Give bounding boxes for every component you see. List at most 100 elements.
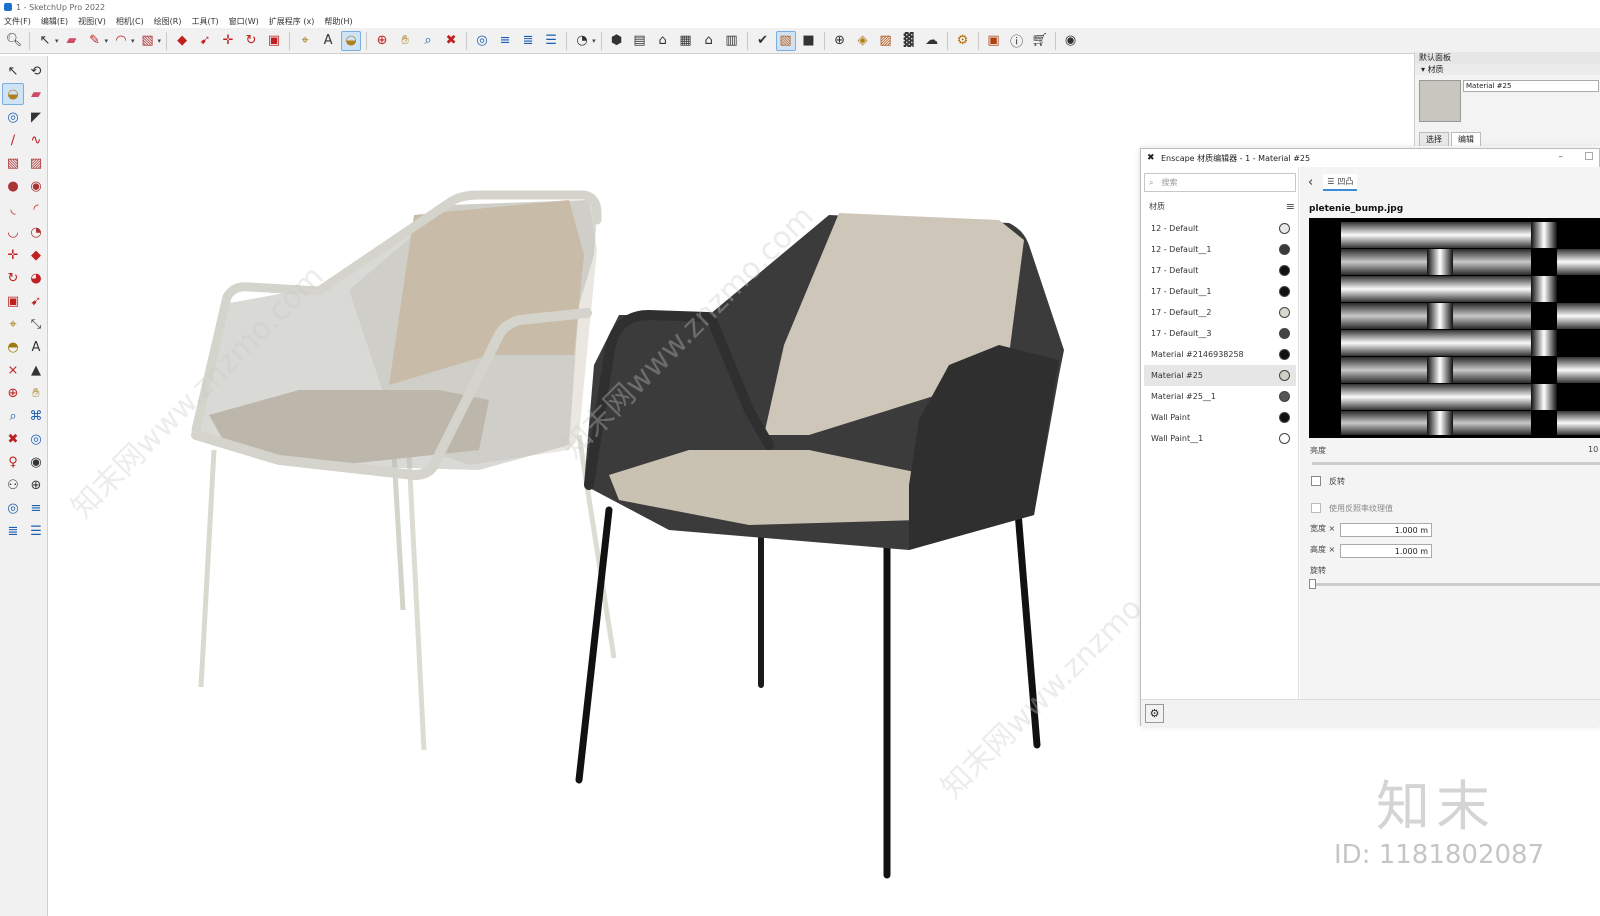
arc-icon[interactable]: ◟	[2, 198, 24, 220]
orbit-icon[interactable]: ⟲	[25, 60, 47, 82]
chevron-down-icon[interactable]: ▾	[55, 37, 59, 45]
3d-text-icon[interactable]: ▲	[25, 359, 47, 381]
back-chevron-icon[interactable]: ‹	[1308, 175, 1313, 190]
previous-view-icon[interactable]: ◎	[25, 428, 47, 450]
arc-icon[interactable]: ◠	[111, 31, 131, 51]
tape-measure-icon[interactable]: ⌖	[2, 313, 24, 335]
rotate-icon[interactable]: ↻	[2, 267, 24, 289]
follow-me-icon[interactable]: ➹	[195, 31, 215, 51]
pan-icon[interactable]: ✋︎	[395, 31, 415, 51]
pan-icon[interactable]: ✋︎	[25, 382, 47, 404]
tab-select[interactable]: 选择	[1419, 132, 1449, 146]
tab-edit[interactable]: 编辑	[1451, 132, 1481, 146]
position-camera-icon[interactable]: ♀	[2, 451, 24, 473]
three-point-arc-icon[interactable]: ◡	[2, 221, 24, 243]
warehouse-icon[interactable]: ◎	[2, 106, 24, 128]
rotated-rectangle-icon[interactable]: ▨	[25, 152, 47, 174]
list-item[interactable]: Wall Paint	[1144, 407, 1296, 428]
settings-gear-icon[interactable]: ⚙	[953, 31, 973, 51]
chevron-down-icon[interactable]: ▾	[131, 37, 135, 45]
front-view-icon[interactable]: ⌂	[653, 31, 673, 51]
push-pull-icon[interactable]: ◆	[172, 31, 192, 51]
top-view-icon[interactable]: ▤	[630, 31, 650, 51]
orbit-icon[interactable]: ⊕	[2, 382, 24, 404]
material-name-field[interactable]: Material #25	[1463, 80, 1599, 92]
extension-warehouse-icon[interactable]: ≡	[25, 497, 47, 519]
text-icon[interactable]: A	[25, 336, 47, 358]
zoom-icon[interactable]: ⌕	[418, 31, 438, 51]
invert-checkbox[interactable]	[1311, 476, 1321, 486]
rectangle-icon[interactable]: ▧	[2, 152, 24, 174]
paint-bucket-icon[interactable]: ◒	[2, 83, 24, 105]
list-item[interactable]: Material #25	[1144, 365, 1296, 386]
move-icon[interactable]: ✛	[2, 244, 24, 266]
menu-file[interactable]: 文件(F)	[4, 16, 31, 27]
cart-icon[interactable]: 🛒︎	[1030, 31, 1050, 51]
search-input[interactable]: ⌕ 搜索	[1144, 173, 1296, 192]
line-icon[interactable]: ∕	[2, 129, 24, 151]
eraser-icon[interactable]: ▰	[62, 31, 82, 51]
move-icon[interactable]: ✛	[218, 31, 238, 51]
list-item[interactable]: 17 - Default__1	[1144, 281, 1296, 302]
brightness-slider[interactable]	[1312, 462, 1600, 465]
eraser-icon[interactable]: ▰	[25, 83, 47, 105]
width-input[interactable]: 1.000 m	[1340, 523, 1432, 537]
menu-draw[interactable]: 绘图(R)	[154, 16, 182, 27]
list-item[interactable]: 17 - Default__3	[1144, 323, 1296, 344]
components-icon[interactable]: ▣	[984, 31, 1004, 51]
protractor-icon[interactable]: ◓	[2, 336, 24, 358]
xray-icon[interactable]: ✔	[753, 31, 773, 51]
scale-icon[interactable]: ▣	[2, 290, 24, 312]
pencil-line-icon[interactable]: ✎	[85, 31, 105, 51]
chevron-down-icon[interactable]: ▾	[592, 37, 596, 45]
tab-bump[interactable]: ☰ 凹凸	[1323, 173, 1358, 191]
look-around-icon[interactable]: ◉	[25, 451, 47, 473]
list-item[interactable]: Wall Paint__1	[1144, 428, 1296, 449]
paint-bucket-icon[interactable]: ◒	[341, 30, 362, 51]
two-point-arc-icon[interactable]: ◜	[25, 198, 47, 220]
maximize-icon[interactable]	[1585, 152, 1593, 160]
materials-section-header[interactable]: ▾ 材质	[1415, 64, 1600, 75]
left-view-icon[interactable]: ▥	[722, 31, 742, 51]
text-icon[interactable]: A	[318, 31, 338, 51]
list-item[interactable]: Material #2146938258	[1144, 344, 1296, 365]
push-pull-icon[interactable]: ◆	[25, 244, 47, 266]
zoom-extents-icon[interactable]: ✖	[441, 31, 461, 51]
axes-icon[interactable]: ⨯	[2, 359, 24, 381]
add-location-icon[interactable]: ⊕	[830, 31, 850, 51]
cloud-icon[interactable]: ☁	[922, 31, 942, 51]
zoom-icon[interactable]: ⌕	[2, 405, 24, 427]
menu-help[interactable]: 帮助(H)	[324, 16, 352, 27]
follow-me-icon[interactable]: ◕	[25, 267, 47, 289]
list-item[interactable]: 17 - Default__2	[1144, 302, 1296, 323]
section-plane-icon[interactable]: ▧	[775, 30, 796, 51]
camera-icon[interactable]: ■	[799, 31, 819, 51]
material-swatch[interactable]	[1419, 80, 1461, 122]
dimension-icon[interactable]: ⤡	[25, 313, 47, 335]
offset-icon[interactable]: ➹	[25, 290, 47, 312]
menu-camera[interactable]: 相机(C)	[116, 16, 144, 27]
tape-measure-icon[interactable]: ⌖	[295, 31, 315, 51]
menu-extensions[interactable]: 扩展程序 (x)	[269, 16, 315, 27]
search-icon[interactable]: 🔍︎	[4, 31, 24, 51]
list-item[interactable]: 12 - Default	[1144, 218, 1296, 239]
terrain-icon[interactable]: ◈	[853, 31, 873, 51]
tray-title[interactable]: 默认面板	[1415, 52, 1600, 64]
use-albedo-checkbox[interactable]	[1311, 503, 1321, 513]
layout-icon[interactable]: ≣	[2, 520, 24, 542]
scale-icon[interactable]: ▣	[264, 31, 284, 51]
menu-tools[interactable]: 工具(T)	[192, 16, 219, 27]
settings-gear-icon[interactable]: ⚙	[1145, 704, 1164, 723]
iso-view-icon[interactable]: ⬢	[607, 31, 627, 51]
hamburger-menu-icon[interactable]: ≡	[1286, 200, 1295, 213]
layout-icon[interactable]: ≣	[518, 31, 538, 51]
orbit-icon[interactable]: ⊕	[372, 31, 392, 51]
list-item[interactable]: 12 - Default__1	[1144, 239, 1296, 260]
chevron-down-icon[interactable]: ▾	[105, 37, 109, 45]
minimize-icon[interactable]: –	[1559, 152, 1564, 162]
rotation-slider-knob[interactable]	[1309, 579, 1316, 589]
extension-warehouse-icon[interactable]: ≡	[495, 31, 515, 51]
freehand-icon[interactable]: ∿	[25, 129, 47, 151]
extension-manager-icon[interactable]: ☰	[541, 31, 561, 51]
checker-icon[interactable]: ▓	[899, 31, 919, 51]
